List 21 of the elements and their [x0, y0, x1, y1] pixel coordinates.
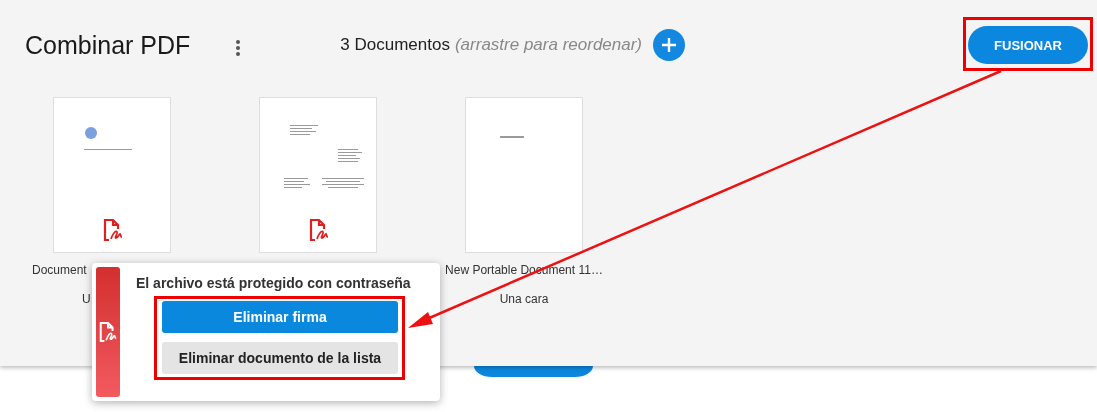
page-content-drawing [84, 127, 132, 150]
signed-file-icon [98, 321, 118, 343]
page-thumbnail[interactable] [465, 97, 583, 253]
warning-message: El archivo está protegido con contraseña [136, 275, 411, 291]
more-options-icon[interactable] [235, 39, 242, 57]
document-count: 3 Documentos [340, 35, 450, 55]
page-mode-label: Una cara [499, 292, 549, 306]
page-thumbnail[interactable] [53, 97, 171, 253]
signed-file-icon [308, 218, 330, 242]
page-title: Combinar PDF [25, 30, 191, 60]
page-mode-label: U [82, 292, 91, 306]
signed-file-icon [102, 218, 124, 242]
remove-document-button[interactable]: Eliminar documento de la lista [162, 342, 398, 374]
action-button[interactable] [474, 366, 593, 377]
add-document-button[interactable] [653, 29, 686, 61]
remove-signature-button[interactable]: Eliminar firma [162, 301, 398, 333]
page-thumbnail[interactable] [259, 97, 377, 253]
document-name: Document [32, 263, 87, 277]
reorder-hint: (arrastre para reordenar) [454, 35, 643, 55]
merge-button[interactable]: FUSIONAR [968, 26, 1088, 64]
plus-icon [661, 37, 678, 53]
